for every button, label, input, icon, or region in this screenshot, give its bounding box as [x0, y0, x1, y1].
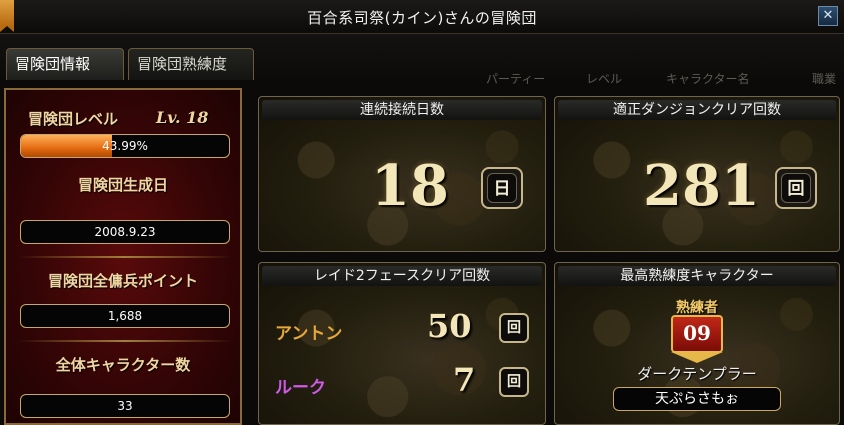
created-date-label: 冒険団生成日	[77, 176, 168, 194]
bg-column-character-name: キャラクター名	[666, 72, 750, 86]
title-bar: 百合系司祭(カイン)さんの冒険団 ✕	[0, 0, 844, 34]
count-unit-badge: 回	[775, 167, 817, 209]
exp-progress-fill	[21, 135, 113, 157]
count-unit-label: 回	[781, 173, 811, 203]
window-title: 百合系司祭(カイン)さんの冒険団	[307, 9, 537, 27]
raid-anton-value: 50	[427, 307, 472, 345]
mastery-badge: 09	[671, 315, 723, 363]
raid-anton-label: アントン	[275, 324, 343, 344]
day-unit-label: 日	[487, 173, 517, 203]
close-icon[interactable]: ✕	[818, 6, 838, 26]
raid-luke-label: ルーク	[275, 378, 326, 398]
day-unit-badge: 日	[481, 167, 523, 209]
mastery-rank-label: 熟練者	[676, 300, 718, 316]
raid-clear-title: レイド2フェースクリア回数	[262, 266, 542, 286]
best-character-title: 最高熟練度キャラクター	[558, 266, 836, 286]
tab-adventure-info[interactable]: 冒険団情報	[6, 48, 124, 80]
dungeon-clear-title: 適正ダンジョンクリア回数	[558, 100, 836, 120]
login-days-title: 連続接続日数	[262, 100, 542, 120]
level-value: Lv. 18	[156, 108, 209, 127]
mercenary-points-label: 冒険団全傭兵ポイント	[47, 272, 198, 290]
tab-bar: パーティー レベル キャラクター名 職業 冒険団情報 冒険団熟練度	[0, 34, 844, 86]
character-count-label: 全体キャラクター数	[55, 356, 191, 374]
exp-progress-text: 43.99%	[102, 139, 148, 153]
tab-adventure-mastery[interactable]: 冒険団熟練度	[128, 48, 254, 80]
bg-column-level: レベル	[586, 72, 623, 86]
dungeon-clear-panel: 適正ダンジョンクリア回数 281 回	[554, 96, 840, 252]
best-character-panel: 最高熟練度キャラクター 熟練者 09 ダークテンプラー 天ぷらさもぉ	[554, 262, 840, 425]
raid-clear-panel: レイド2フェースクリア回数 アントン 50 回 ルーク 7 回	[258, 262, 546, 425]
bg-column-party: パーティー	[486, 72, 546, 86]
divider	[18, 340, 232, 342]
raid-luke-unit: 回	[499, 367, 529, 397]
login-days-panel: 連続接続日数 18 日	[258, 96, 546, 252]
created-date-field: 2008.9.23	[20, 220, 230, 244]
level-label: 冒険団レベル	[28, 110, 119, 128]
character-class-name: ダークテンプラー	[637, 365, 757, 383]
dungeon-clear-value: 281	[643, 153, 760, 219]
mercenary-points-field: 1,688	[20, 304, 230, 328]
raid-luke-value: 7	[453, 361, 476, 399]
login-days-value: 18	[371, 153, 449, 219]
divider	[18, 256, 232, 258]
adventure-team-info-panel: 冒険団レベル Lv. 18 43.99% 冒険団生成日 2008.9.23 冒険…	[4, 88, 242, 425]
raid-anton-unit: 回	[499, 313, 529, 343]
exp-progress-bar: 43.99%	[20, 134, 230, 158]
bg-column-class: 職業	[812, 72, 837, 86]
mastery-rank-number: 09	[683, 321, 711, 345]
character-count-field: 33	[20, 394, 230, 418]
character-name-field[interactable]: 天ぷらさもぉ	[613, 387, 781, 411]
